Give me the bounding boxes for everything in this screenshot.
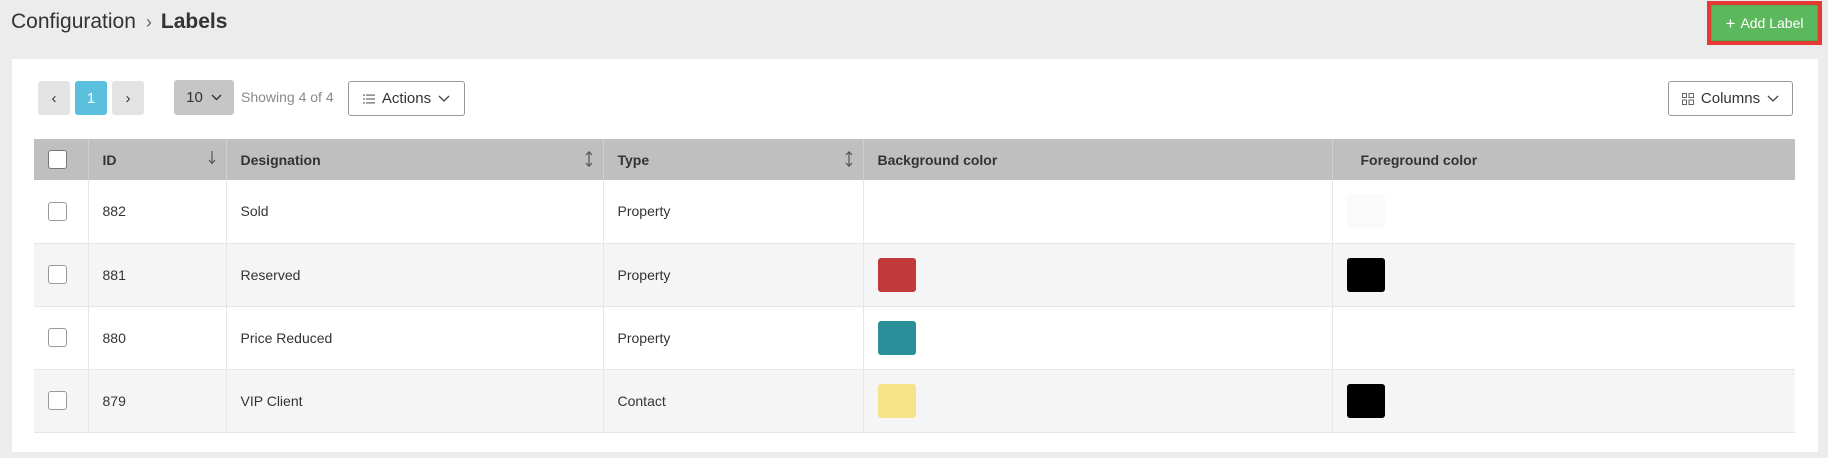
per-page-select[interactable]: 10: [174, 80, 234, 115]
type-column-header[interactable]: Type: [603, 139, 864, 180]
background-color-cell: [863, 243, 1333, 306]
table-row[interactable]: 879 VIP Client Contact: [34, 369, 1795, 432]
designation-header-label: Designation: [240, 151, 321, 168]
select-all-checkbox[interactable]: [48, 150, 67, 169]
background-color-cell: [863, 306, 1333, 369]
foreground-color-cell: [1332, 243, 1795, 306]
sort-both-icon[interactable]: [845, 151, 853, 167]
row-select-cell: [34, 243, 89, 306]
per-page-value: 10: [186, 89, 203, 106]
id-cell: 880: [88, 306, 227, 369]
type-cell: Property: [603, 243, 864, 306]
breadcrumb-configuration-link[interactable]: Configuration: [11, 10, 136, 34]
id-cell: 881: [88, 243, 227, 306]
foreground-color-cell: [1332, 369, 1795, 432]
designation-cell: Sold: [226, 180, 604, 243]
actions-button[interactable]: Actions: [348, 81, 465, 116]
foreground-color-swatch: [1346, 194, 1385, 229]
chevron-down-icon: [211, 94, 222, 101]
add-label-text: Add Label: [1740, 15, 1804, 31]
background-header-label: Background color: [877, 151, 998, 168]
designation-cell: Price Reduced: [226, 306, 604, 369]
type-header-label: Type: [617, 151, 650, 168]
breadcrumb: Configuration › Labels: [11, 10, 227, 34]
sort-both-icon[interactable]: [585, 151, 593, 167]
page-title: Labels: [160, 10, 228, 33]
showing-count: Showing 4 of 4: [241, 89, 334, 105]
foreground-header-label: Foreground color: [1360, 151, 1478, 168]
page-1-button[interactable]: 1: [75, 81, 107, 115]
background-color-cell: [863, 369, 1333, 432]
foreground-color-swatch: [1346, 257, 1385, 292]
top-bar: Configuration › Labels + Add Label: [0, 0, 1828, 46]
labels-panel: ‹ 1 › 10 Showing 4 of 4 Actions Columns …: [12, 59, 1818, 452]
row-checkbox[interactable]: [48, 328, 67, 347]
background-color-cell: [863, 180, 1333, 243]
type-cell: Property: [603, 306, 864, 369]
row-select-cell: [34, 369, 89, 432]
id-column-header[interactable]: ID: [88, 139, 227, 180]
columns-label: Columns: [1700, 90, 1761, 107]
id-cell: 879: [88, 369, 227, 432]
row-checkbox[interactable]: [48, 265, 67, 284]
foreground-color-cell: [1332, 306, 1795, 369]
table-row[interactable]: 881 Reserved Property: [34, 243, 1795, 306]
type-cell: Property: [603, 180, 864, 243]
designation-cell: Reserved: [226, 243, 604, 306]
chevron-down-icon: [438, 95, 450, 102]
background-color-swatch: [877, 383, 916, 418]
table-header-row: ID Designation Type Background color For…: [34, 139, 1795, 180]
designation-cell: VIP Client: [226, 369, 604, 432]
row-select-cell: [34, 180, 89, 243]
background-color-column-header: Background color: [863, 139, 1333, 180]
foreground-color-column-header: Foreground color: [1332, 139, 1795, 180]
select-all-header: [34, 139, 89, 180]
add-label-button[interactable]: + Add Label: [1711, 5, 1818, 41]
add-label-highlight: + Add Label: [1707, 1, 1822, 45]
table-row[interactable]: 880 Price Reduced Property: [34, 306, 1795, 369]
row-checkbox[interactable]: [48, 391, 67, 410]
plus-icon: +: [1725, 13, 1736, 33]
background-color-swatch: [877, 257, 916, 292]
labels-table: ID Designation Type Background color For…: [34, 139, 1795, 433]
chevron-down-icon: [1767, 95, 1779, 102]
background-color-swatch: [877, 320, 916, 355]
foreground-color-swatch: [1346, 383, 1385, 418]
grid-icon: [1681, 92, 1694, 105]
foreground-color-cell: [1332, 180, 1795, 243]
columns-button[interactable]: Columns: [1668, 81, 1793, 116]
list-icon: [362, 94, 375, 104]
breadcrumb-separator-icon: ›: [145, 11, 152, 32]
id-header-label: ID: [102, 151, 117, 168]
type-cell: Contact: [603, 369, 864, 432]
row-checkbox[interactable]: [48, 201, 67, 221]
prev-page-button[interactable]: ‹: [38, 81, 70, 115]
row-select-cell: [34, 306, 89, 369]
table-row[interactable]: 882 Sold Property: [34, 180, 1795, 243]
next-page-button[interactable]: ›: [112, 81, 144, 115]
actions-label: Actions: [381, 90, 432, 107]
designation-column-header[interactable]: Designation: [226, 139, 604, 180]
sort-down-icon[interactable]: [208, 151, 216, 165]
pagination: ‹ 1 ›: [38, 81, 144, 115]
id-cell: 882: [88, 180, 227, 243]
